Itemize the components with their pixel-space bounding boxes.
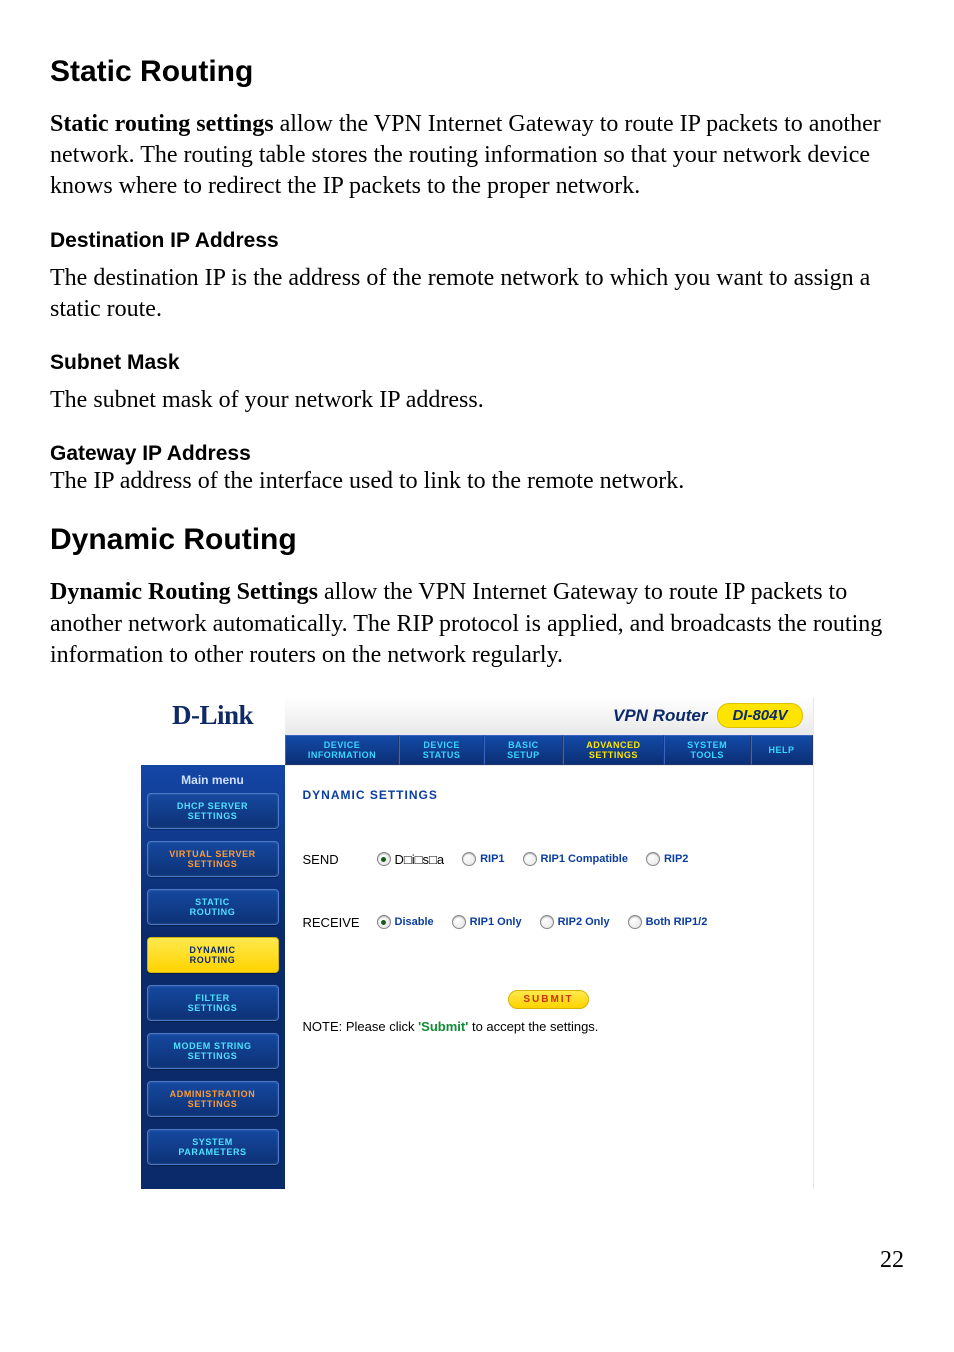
lead-bold: Static routing settings (50, 111, 274, 137)
submit-button[interactable]: SUBMIT (508, 990, 588, 1009)
panel-title: DYNAMIC SETTINGS (303, 788, 795, 802)
row-receive: RECEIVE Disable RIP1 Only RIP2 Only Both RI… (303, 915, 795, 930)
content-panel: DYNAMIC SETTINGS SEND D□i□s□a RIP1 RIP1 Co… (285, 765, 813, 1189)
radio-label: RIP1 Only (470, 916, 522, 928)
note-line: NOTE: Please click 'Submit' to accept th… (303, 1019, 795, 1034)
lead-bold-dynamic: Dynamic Routing Settings (50, 579, 318, 605)
note-suffix: to accept the settings. (468, 1019, 598, 1034)
radio-icon (646, 852, 660, 866)
sidebar-item-filter-settings[interactable]: FILTERSETTINGS (147, 985, 279, 1021)
tab-help-[interactable]: HELP (751, 735, 813, 765)
radio-label: RIP2 (664, 853, 688, 865)
radio-icon (452, 915, 466, 929)
radio-label: RIP1 (480, 853, 504, 865)
model-badge: DI-804V (717, 703, 802, 728)
paragraph-dynamic-routing: Dynamic Routing Settings allow the VPN I… (50, 577, 904, 671)
sidebar-item-administration-settings[interactable]: ADMINISTRATIONSETTINGS (147, 1081, 279, 1117)
sidebar: Main menu DHCP SERVERSETTINGS VIRTUAL SER… (141, 765, 285, 1189)
radio-label: RIP2 Only (558, 916, 610, 928)
tab-system-tools[interactable]: SYSTEMTOOLS (664, 735, 751, 765)
paragraph-gateway-ip: The IP address of the interface used to … (50, 466, 904, 497)
radio-label: RIP1 Compatible (541, 853, 628, 865)
radio-receive-rip2-only[interactable]: RIP2 Only (540, 915, 610, 929)
section-heading-dynamic-routing: Dynamic Routing (50, 523, 904, 557)
tab-basic-setup[interactable]: BASICSETUP (484, 735, 563, 765)
radio-send-rip2[interactable]: RIP2 (646, 852, 688, 866)
sidebar-item-static-routing[interactable]: STATICROUTING (147, 889, 279, 925)
sidebar-item-system-parameters[interactable]: SYSTEMPARAMETERS (147, 1129, 279, 1165)
tab-advanced-settings[interactable]: ADVANCEDSETTINGS (563, 735, 664, 765)
radio-icon (523, 852, 537, 866)
radio-send-rip1-compatible[interactable]: RIP1 Compatible (523, 852, 628, 866)
subheading-subnet-mask: Subnet Mask (50, 351, 904, 375)
section-heading-static-routing: Static Routing (50, 55, 904, 89)
sidebar-item-modem-string-settings[interactable]: MODEM STRINGSETTINGS (147, 1033, 279, 1069)
radio-receive-rip1-only[interactable]: RIP1 Only (452, 915, 522, 929)
radio-icon (462, 852, 476, 866)
subheading-gateway-ip: Gateway IP Address (50, 442, 904, 466)
note-submit-word: 'Submit' (418, 1019, 468, 1034)
radio-receive-disable[interactable]: Disable (377, 915, 434, 929)
page-number: 22 (880, 1247, 904, 1274)
note-prefix: NOTE: Please click (303, 1019, 419, 1034)
row-send: SEND D□i□s□a RIP1 RIP1 Compatible RIP2 (303, 852, 795, 867)
radio-send-rip1[interactable]: RIP1 (462, 852, 504, 866)
radio-icon (540, 915, 554, 929)
tab-device-information[interactable]: DEVICEINFORMATION (285, 735, 400, 765)
radio-label: D□i□s□a (395, 852, 445, 867)
brand-logo: D-Link (172, 700, 253, 731)
radio-icon (377, 852, 391, 866)
subheading-dest-ip: Destination IP Address (50, 229, 904, 253)
sidebar-title: Main menu (147, 773, 279, 787)
router-admin-screenshot: D-Link VPN Router DI-804V DEVICEINFORMAT… (141, 697, 814, 1189)
sidebar-item-virtual-server-settings[interactable]: VIRTUAL SERVERSETTINGS (147, 841, 279, 877)
logo-cell: D-Link (141, 697, 285, 735)
paragraph-static-routing: Static routing settings allow the VPN In… (50, 109, 904, 203)
top-nav-tabs: DEVICEINFORMATIONDEVICESTATUSBASICSETUPA… (285, 735, 813, 765)
radio-icon (377, 915, 391, 929)
label-receive: RECEIVE (303, 915, 363, 930)
sidebar-item-dhcp-server-settings[interactable]: DHCP SERVERSETTINGS (147, 793, 279, 829)
sidebar-item-dynamic-routing[interactable]: DYNAMICROUTING (147, 937, 279, 973)
radio-send-d-i-s-a[interactable]: D□i□s□a (377, 852, 445, 867)
radio-receive-both-rip1-2[interactable]: Both RIP1/2 (628, 915, 708, 929)
paragraph-subnet-mask: The subnet mask of your network IP addre… (50, 385, 904, 416)
radio-icon (628, 915, 642, 929)
tab-device-status[interactable]: DEVICESTATUS (399, 735, 483, 765)
radio-label: Both RIP1/2 (646, 916, 708, 928)
label-send: SEND (303, 852, 363, 867)
paragraph-dest-ip: The destination IP is the address of the… (50, 263, 904, 325)
product-title: VPN Router (613, 706, 707, 726)
radio-label: Disable (395, 916, 434, 928)
